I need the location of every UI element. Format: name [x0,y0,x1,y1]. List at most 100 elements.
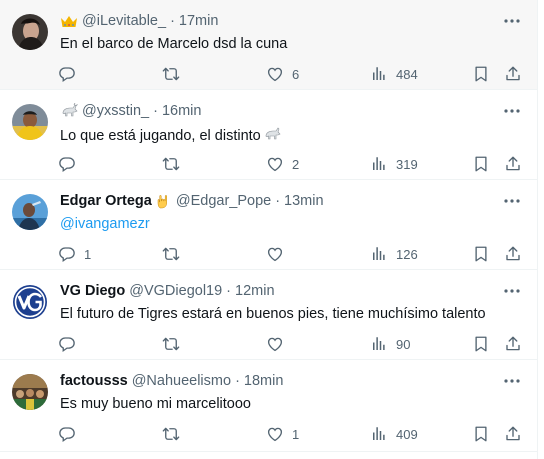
like-count: 2 [292,156,300,172]
more-icon[interactable] [503,374,521,388]
crown-icon [60,14,78,28]
share-button[interactable] [504,424,522,444]
mention-link[interactable]: @ivangamezr [60,216,150,232]
bookmark-button[interactable] [472,154,490,174]
separator-dot: · [153,103,158,119]
tweet-actions: 1 409 [0,424,537,444]
like-button[interactable]: 2 [266,154,299,174]
tweet-actions: 1 126 [0,244,537,264]
avatar[interactable] [12,104,48,140]
retweet-button[interactable] [162,64,188,84]
retweet-button[interactable] [162,334,188,354]
separator-dot: · [226,283,232,299]
share-icon [504,245,522,263]
bookmark-icon [472,245,490,263]
reply-icon [58,335,76,353]
more-icon[interactable] [503,194,521,208]
like-icon [266,335,284,353]
user-handle[interactable]: @Edgar_Pope [176,193,271,209]
timestamp[interactable]: 18min [244,373,284,389]
tweet[interactable]: Edgar Ortega @Edgar_Pope · 13min @ivanga… [0,180,537,270]
bookmark-icon [472,335,490,353]
tweet[interactable]: VG Diego @VGDiegol19 · 12min El futuro d… [0,270,537,360]
reply-icon [58,65,76,83]
views-button[interactable]: 484 [370,64,418,84]
share-button[interactable] [504,334,522,354]
bookmark-button[interactable] [472,334,490,354]
tweet-header: factousss @Nahueelismo · 18min [60,371,283,391]
view-count: 126 [396,246,418,262]
retweet-button[interactable] [162,424,188,444]
views-button[interactable]: 319 [370,154,418,174]
tweet[interactable]: @yxsstin_ · 16min Lo que está jugando, e… [0,90,537,180]
views-button[interactable]: 90 [370,334,410,354]
share-button[interactable] [504,244,522,264]
avatar[interactable] [12,284,48,320]
reply-icon [58,425,76,443]
retweet-button[interactable] [162,154,188,174]
tweet[interactable]: @iLevitable_ · 17min En el barco de Marc… [0,0,537,90]
user-handle[interactable]: @VGDiegol19 [129,283,222,299]
views-button[interactable]: 126 [370,244,418,264]
like-button[interactable]: 6 [266,64,299,84]
separator-dot: · [170,13,175,29]
more-icon[interactable] [503,14,521,28]
goat-icon [263,126,281,142]
tweet-text: Es muy bueno mi marcelitooo [60,396,251,412]
avatar[interactable] [12,194,48,230]
tweet[interactable]: factousss @Nahueelismo · 18min Es muy bu… [0,360,537,452]
views-icon [370,155,388,173]
retweet-icon [162,335,180,353]
timestamp[interactable]: 13min [284,193,324,209]
share-icon [504,425,522,443]
display-name[interactable]: Edgar Ortega [60,193,152,209]
reply-count: 1 [84,246,92,262]
replies-feed: @iLevitable_ · 17min En el barco de Marc… [0,0,538,459]
reply-button[interactable] [58,154,84,174]
bookmark-button[interactable] [472,244,490,264]
display-name[interactable]: VG Diego [60,283,125,299]
like-button[interactable]: 1 [266,424,299,444]
like-button[interactable] [266,244,292,264]
user-handle[interactable]: @iLevitable_ [82,13,166,29]
share-button[interactable] [504,64,522,84]
tweet-actions: 90 [0,334,537,354]
retweet-icon [162,245,180,263]
views-button[interactable]: 409 [370,424,418,444]
tweet-text: Lo que está jugando, el distinto [60,128,261,144]
like-button[interactable] [266,334,292,354]
views-icon [370,335,388,353]
reply-button[interactable] [58,64,84,84]
retweet-button[interactable] [162,244,188,264]
retweet-icon [162,425,180,443]
tweet-text-wrap: Lo que está jugando, el distinto [60,126,285,144]
bookmark-button[interactable] [472,424,490,444]
reply-button[interactable]: 1 [58,244,91,264]
tweet-text: @ivangamezr [60,216,150,232]
timestamp[interactable]: 16min [162,103,202,119]
bookmark-icon [472,425,490,443]
tweet-text: El futuro de Tigres estará en buenos pie… [60,306,486,322]
timestamp[interactable]: 12min [235,283,275,299]
user-handle[interactable]: @Nahueelismo [132,373,231,389]
user-handle[interactable]: @yxsstin_ [82,103,149,119]
reply-icon [58,245,76,263]
timestamp[interactable]: 17min [179,13,219,29]
bookmark-button[interactable] [472,64,490,84]
tweet-actions: 2 319 [0,154,537,174]
avatar[interactable] [12,14,48,50]
reply-button[interactable] [58,334,84,354]
more-icon[interactable] [503,104,521,118]
bookmark-icon [472,65,490,83]
reply-button[interactable] [58,424,84,444]
share-icon [504,65,522,83]
avatar[interactable] [12,374,48,410]
view-count: 409 [396,426,418,442]
more-icon[interactable] [503,284,521,298]
view-count: 90 [396,336,411,352]
bookmark-icon [472,155,490,173]
reply-icon [58,155,76,173]
share-button[interactable] [504,154,522,174]
like-icon [266,245,284,263]
display-name[interactable]: factousss [60,373,128,389]
